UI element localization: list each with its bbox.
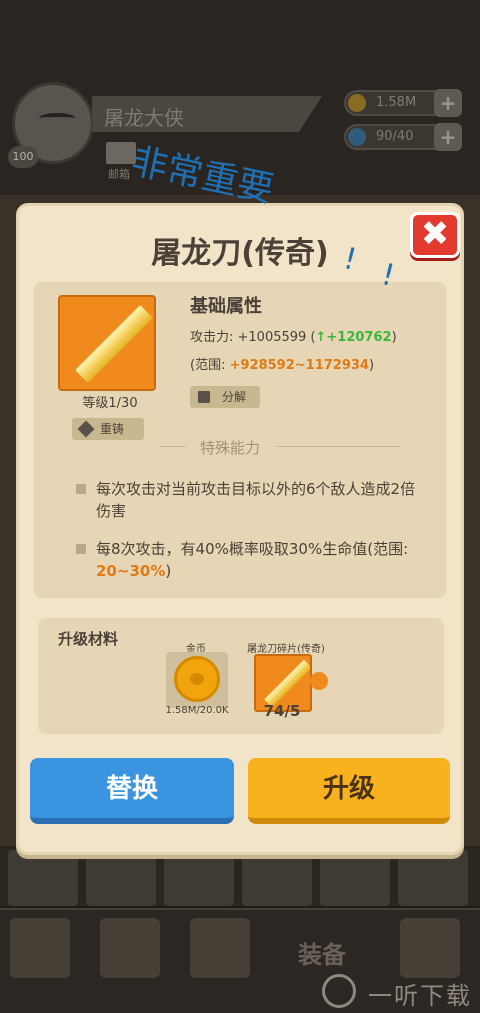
nav-equip-label[interactable]: 装备 [298, 935, 346, 970]
attack-value: 攻击力: +1005599 ( [190, 330, 316, 345]
divider [276, 446, 400, 447]
ability-text: 每8次攻击，有40%概率吸取30%生命值(范围: 20~30%) [96, 538, 416, 582]
ability-text-suffix: ) [165, 562, 172, 580]
fragment-label: 屠龙刀碎片(传奇) [247, 644, 325, 655]
ability-highlight: 20~30% [96, 562, 166, 580]
attack-increase: ↑+120762 [315, 330, 392, 345]
materials-title: 升级材料 [58, 630, 119, 648]
gem-amount: 90/40 [376, 129, 414, 144]
attack-stat: 攻击力: +1005599 (↑+120762) [190, 326, 397, 345]
equip-slot[interactable] [242, 850, 312, 906]
trash-icon [198, 391, 210, 403]
sword-fragment-icon [264, 659, 310, 708]
weapon-level: 等级1/30 [82, 396, 138, 411]
gold-coin-icon [348, 94, 366, 112]
sword-icon [75, 305, 153, 383]
reforge-label: 重铸 [100, 422, 125, 436]
decompose-button[interactable]: 分解 [190, 386, 260, 408]
weapon-image [58, 295, 156, 391]
decompose-label: 分解 [222, 390, 247, 404]
ability-text: 每次攻击对当前攻击目标以外的6个敌人造成2倍伤害 [96, 480, 416, 520]
player-name: 屠龙大侠 [104, 106, 184, 130]
bullet-icon [76, 544, 86, 554]
add-gold-button[interactable]: + [434, 89, 462, 117]
equip-slot[interactable] [398, 850, 468, 906]
coin-count: 1.58M/20.0K [165, 705, 229, 716]
nav-book[interactable] [100, 918, 160, 978]
gold-resource: 1.58M + [344, 89, 462, 117]
upgrade-button[interactable]: 升级 [248, 758, 450, 824]
nav-task[interactable] [10, 918, 70, 978]
panel-title: 屠龙刀(传奇) [151, 236, 329, 271]
watermark-logo-icon [322, 974, 356, 1008]
puzzle-piece-icon [310, 672, 328, 690]
equip-slot[interactable] [320, 850, 390, 906]
equip-slot[interactable] [8, 850, 78, 906]
avatar-face [39, 113, 75, 123]
add-gem-button[interactable]: + [434, 123, 462, 151]
basic-attr-title: 基础属性 [190, 296, 262, 317]
hammer-icon [77, 420, 95, 438]
attack-suffix: ) [391, 330, 397, 345]
range-prefix: (范围: [190, 358, 230, 373]
reforge-button[interactable]: 重铸 [72, 418, 144, 440]
coin-hole [190, 673, 204, 685]
gold-amount: 1.58M [376, 95, 417, 110]
gem-resource: 90/40 + [344, 123, 462, 151]
gem-icon [348, 128, 366, 146]
bullet-icon [76, 484, 86, 494]
nav-collect[interactable] [400, 918, 460, 978]
replace-button[interactable]: 替换 [30, 758, 234, 824]
equip-slot[interactable] [86, 850, 156, 906]
ability-text-prefix: 每8次攻击，有40%概率吸取30%生命值(范围: [96, 540, 409, 558]
range-value: +928592~1172934 [229, 358, 369, 373]
range-suffix: ) [368, 358, 375, 373]
player-level-badge: 100 [8, 146, 38, 168]
nav-battle[interactable] [190, 918, 250, 978]
fragment-count: 74/5 [263, 702, 301, 720]
attack-range: (范围: +928592~1172934) [190, 354, 374, 373]
watermark-text: 一听下载 [368, 982, 472, 1010]
divider [160, 446, 186, 447]
special-ability-title: 特殊能力 [200, 439, 261, 457]
equip-slot[interactable] [164, 850, 234, 906]
